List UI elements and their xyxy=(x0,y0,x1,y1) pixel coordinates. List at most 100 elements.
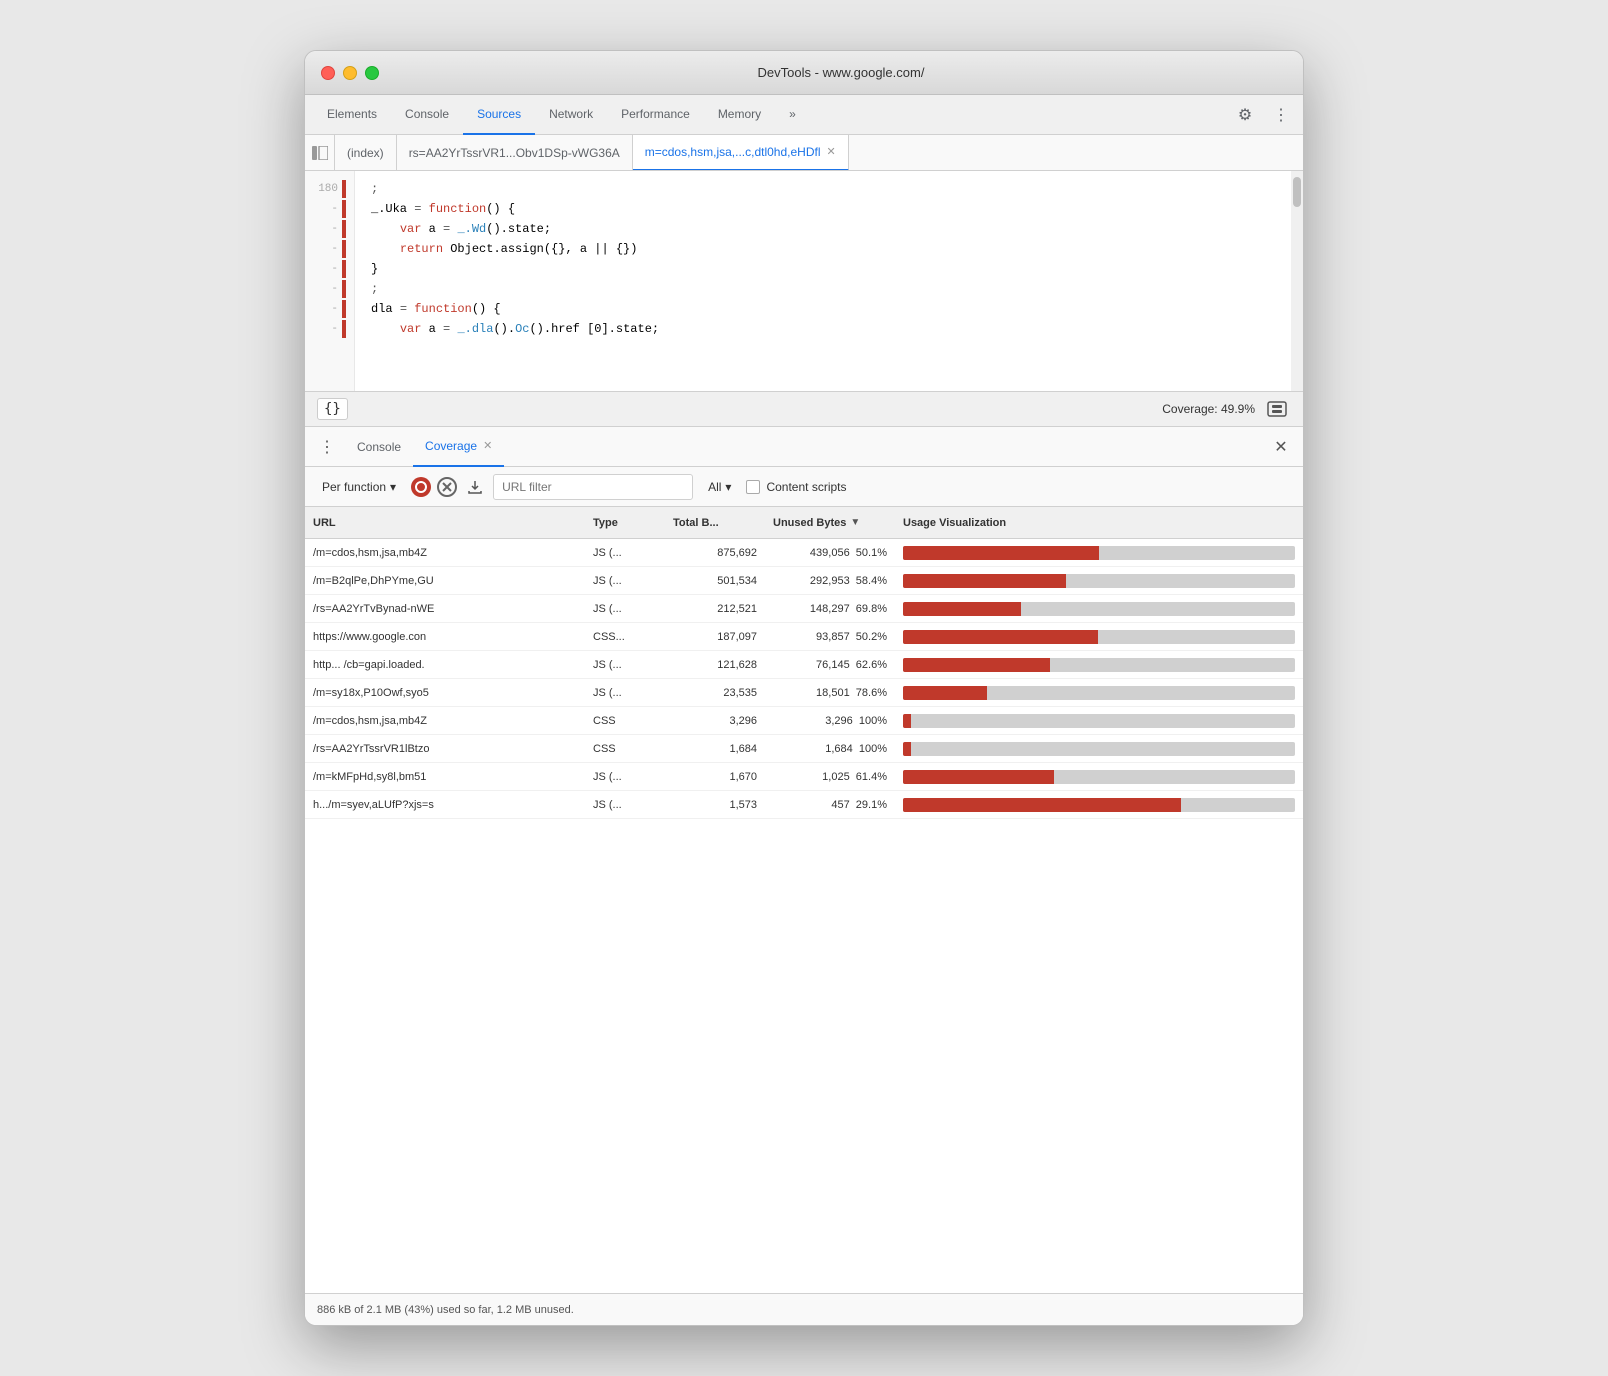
scrollbar-thumb[interactable] xyxy=(1293,177,1301,207)
panel-tabs: ⋮ Console Coverage ✕ ✕ xyxy=(305,427,1303,467)
per-function-dropdown[interactable]: Per function ▾ xyxy=(313,475,405,499)
td-viz xyxy=(895,630,1303,644)
content-scripts-text: Content scripts xyxy=(766,480,846,494)
td-total: 501,534 xyxy=(665,575,765,587)
panel-menu-icon[interactable]: ⋮ xyxy=(313,433,341,461)
td-total: 187,097 xyxy=(665,631,765,643)
td-unused: 457 29.1% xyxy=(765,799,895,811)
viz-bar-container xyxy=(903,574,1295,588)
table-row[interactable]: /rs=AA2YrTssrVR1lBtzo CSS 1,684 1,684 10… xyxy=(305,735,1303,763)
clear-button[interactable] xyxy=(437,477,457,497)
close-button[interactable] xyxy=(321,66,335,80)
coverage-text: Coverage: 49.9% xyxy=(1162,402,1255,416)
th-unused[interactable]: Unused Bytes ▼ xyxy=(765,517,895,529)
panel-tab-coverage[interactable]: Coverage ✕ xyxy=(413,427,504,467)
all-dropdown[interactable]: All ▾ xyxy=(699,475,740,499)
line-number-dash-5: - xyxy=(305,279,354,299)
line-numbers: 180 - - - - xyxy=(305,171,355,391)
tab-memory[interactable]: Memory xyxy=(704,95,775,135)
tab-network[interactable]: Network xyxy=(535,95,607,135)
content-scripts-checkbox[interactable] xyxy=(746,480,760,494)
viz-bar-used xyxy=(903,658,1050,672)
td-total: 212,521 xyxy=(665,603,765,615)
td-type: JS (... xyxy=(585,575,665,587)
table-row[interactable]: /m=cdos,hsm,jsa,mb4Z JS (... 875,692 439… xyxy=(305,539,1303,567)
viz-bar-container xyxy=(903,686,1295,700)
tab-console[interactable]: Console xyxy=(391,95,463,135)
per-function-label: Per function xyxy=(322,480,386,494)
format-button[interactable]: {} xyxy=(317,398,348,420)
td-type: JS (... xyxy=(585,603,665,615)
table-row[interactable]: /m=kMFpHd,sy8l,bm51 JS (... 1,670 1,025 … xyxy=(305,763,1303,791)
code-line-4: return Object.assign({}, a || {}) xyxy=(371,239,1275,259)
code-line-3: var a = _.Wd().state; xyxy=(371,219,1275,239)
line-number-dash-2: - xyxy=(305,219,354,239)
viz-bar-container xyxy=(903,630,1295,644)
table-row[interactable]: https://www.google.con CSS... 187,097 93… xyxy=(305,623,1303,651)
export-button[interactable] xyxy=(463,475,487,499)
file-tabs: (index) rs=AA2YrTssrVR1...Obv1DSp-vWG36A… xyxy=(305,135,1303,171)
line-number-dash-6: - xyxy=(305,299,354,319)
vertical-scrollbar[interactable] xyxy=(1291,171,1303,391)
coverage-indicator xyxy=(342,260,346,278)
th-url[interactable]: URL xyxy=(305,517,585,529)
coverage-panel-icon[interactable] xyxy=(1263,395,1291,423)
tab-sources[interactable]: Sources xyxy=(463,95,535,135)
panel-tab-coverage-close-icon[interactable]: ✕ xyxy=(483,439,492,452)
table-row[interactable]: /rs=AA2YrTvBynad-nWE JS (... 212,521 148… xyxy=(305,595,1303,623)
bottom-bar-right: Coverage: 49.9% xyxy=(1162,395,1291,423)
code-line-7: dla = function() { xyxy=(371,299,1275,319)
td-url: /m=kMFpHd,sy8l,bm51 xyxy=(305,771,585,783)
table-row[interactable]: /m=cdos,hsm,jsa,mb4Z CSS 3,296 3,296 100… xyxy=(305,707,1303,735)
file-tab-rs[interactable]: rs=AA2YrTssrVR1...Obv1DSp-vWG36A xyxy=(397,135,633,171)
td-total: 1,573 xyxy=(665,799,765,811)
table-body: /m=cdos,hsm,jsa,mb4Z JS (... 875,692 439… xyxy=(305,539,1303,819)
viz-bar-used xyxy=(903,602,1021,616)
tab-more[interactable]: » xyxy=(775,95,810,135)
td-viz xyxy=(895,602,1303,616)
record-button[interactable] xyxy=(411,477,431,497)
th-type[interactable]: Type xyxy=(585,517,665,529)
td-total: 3,296 xyxy=(665,715,765,727)
td-url: http... /cb=gapi.loaded. xyxy=(305,659,585,671)
maximize-button[interactable] xyxy=(365,66,379,80)
minimize-button[interactable] xyxy=(343,66,357,80)
tab-console-label: Console xyxy=(405,107,449,121)
code-line-8: var a = _.dla().Oc().href [0].state; xyxy=(371,319,1275,339)
table-row[interactable]: h.../m=syev,aLUfP?xjs=s JS (... 1,573 45… xyxy=(305,791,1303,819)
tab-network-label: Network xyxy=(549,107,593,121)
tab-performance[interactable]: Performance xyxy=(607,95,704,135)
code-line-5: } xyxy=(371,259,1275,279)
panel-close-icon[interactable]: ✕ xyxy=(1267,433,1295,461)
panel-tab-console[interactable]: Console xyxy=(345,427,413,467)
tab-sources-label: Sources xyxy=(477,107,521,121)
bottom-bar-left: {} xyxy=(317,398,348,420)
devtools-tabs: Elements Console Sources Network Perform… xyxy=(305,95,1303,135)
table-row[interactable]: /m=B2qlPe,DhPYme,GU JS (... 501,534 292,… xyxy=(305,567,1303,595)
td-unused: 292,953 58.4% xyxy=(765,575,895,587)
file-tab-m[interactable]: m=cdos,hsm,jsa,...c,dtl0hd,eHDfl ✕ xyxy=(633,135,849,171)
file-tab-index[interactable]: (index) xyxy=(335,135,397,171)
tab-elements[interactable]: Elements xyxy=(313,95,391,135)
sidebar-toggle-icon[interactable] xyxy=(305,135,335,171)
code-line-2: _.Uka = function() { xyxy=(371,199,1275,219)
file-tab-m-label: m=cdos,hsm,jsa,...c,dtl0hd,eHDfl xyxy=(645,145,821,159)
url-filter-input[interactable] xyxy=(493,474,693,500)
td-total: 1,670 xyxy=(665,771,765,783)
more-options-icon[interactable]: ⋮ xyxy=(1267,101,1295,129)
td-total: 23,535 xyxy=(665,687,765,699)
table-row[interactable]: /m=sy18x,P10Owf,syo5 JS (... 23,535 18,5… xyxy=(305,679,1303,707)
coverage-table: URL Type Total B... Unused Bytes ▼ Usage… xyxy=(305,507,1303,1293)
record-icon xyxy=(415,481,427,493)
table-row[interactable]: http... /cb=gapi.loaded. JS (... 121,628… xyxy=(305,651,1303,679)
td-viz xyxy=(895,686,1303,700)
sort-arrow-icon: ▼ xyxy=(850,517,860,528)
dropdown-arrow-icon: ▾ xyxy=(390,480,396,494)
file-tab-m-close-icon[interactable]: ✕ xyxy=(826,145,835,158)
td-type: JS (... xyxy=(585,659,665,671)
viz-bar-container xyxy=(903,798,1295,812)
td-viz xyxy=(895,742,1303,756)
code-line-1: ; xyxy=(371,179,1275,199)
settings-icon[interactable]: ⚙ xyxy=(1231,101,1259,129)
th-total[interactable]: Total B... xyxy=(665,517,765,529)
